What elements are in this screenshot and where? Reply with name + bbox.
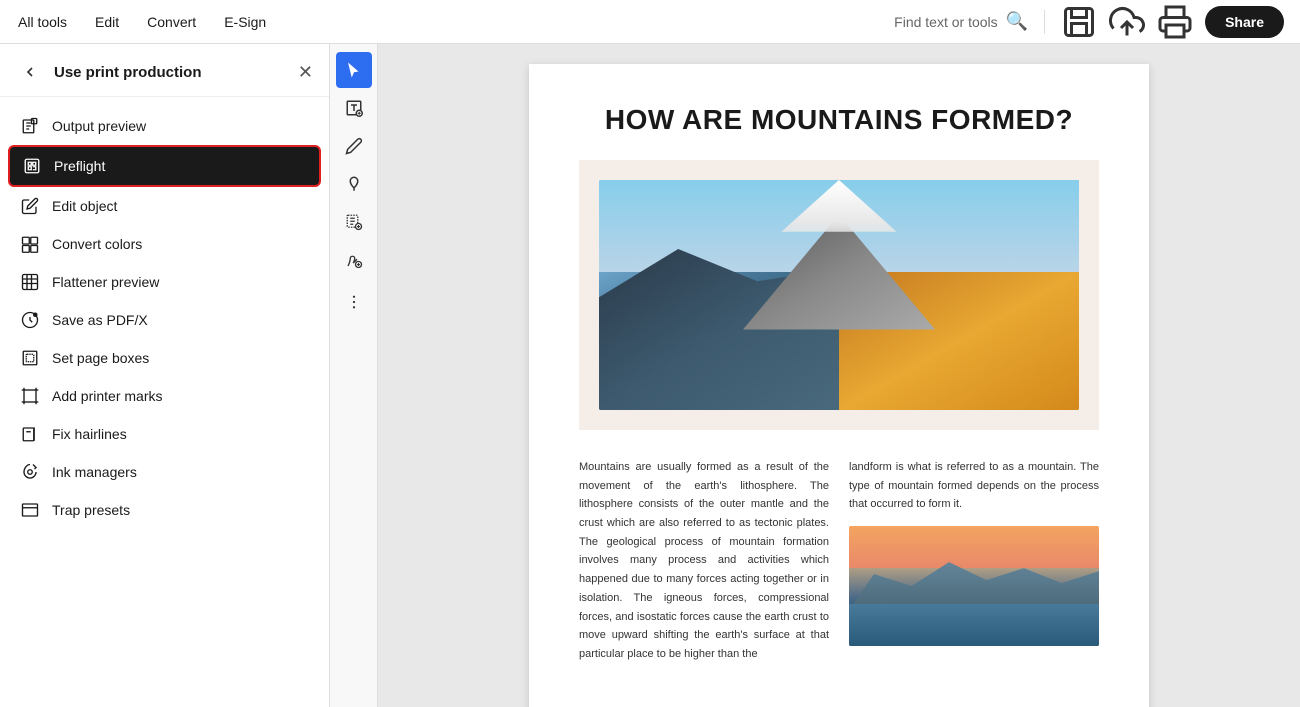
tool-select[interactable]: [336, 52, 372, 88]
tool-more[interactable]: [336, 284, 372, 320]
menu-item-output-preview[interactable]: Output preview: [8, 107, 321, 145]
doc-column-right: landform is what is referred to as a mou…: [849, 458, 1099, 664]
menu-item-preflight[interactable]: Preflight: [8, 145, 321, 187]
menu-label-preflight: Preflight: [54, 158, 105, 174]
menu-label-save-pdf-x: Save as PDF/X: [52, 312, 148, 328]
menu-label-flattener-preview: Flattener preview: [52, 274, 159, 290]
top-nav: All tools Edit Convert E-Sign Find text …: [0, 0, 1300, 44]
preflight-icon: [22, 156, 42, 176]
flattener-preview-icon: [20, 272, 40, 292]
small-mountain-image: [849, 526, 1099, 646]
tool-pencil[interactable]: [336, 128, 372, 164]
tool-signature[interactable]: [336, 242, 372, 278]
nav-convert[interactable]: Convert: [145, 10, 198, 34]
menu-item-convert-colors[interactable]: Convert colors: [8, 225, 321, 263]
set-page-boxes-icon: [20, 348, 40, 368]
doc-columns: Mountains are usually formed as a result…: [579, 458, 1099, 664]
main-layout: Use print production ✕ Output preview Pr…: [0, 44, 1300, 707]
nav-edit[interactable]: Edit: [93, 10, 121, 34]
toolbar: [330, 44, 378, 707]
convert-colors-icon: [20, 234, 40, 254]
nav-left: All tools Edit Convert E-Sign: [16, 10, 268, 34]
menu-item-fix-hairlines[interactable]: Fix hairlines: [8, 415, 321, 453]
nav-esign[interactable]: E-Sign: [222, 10, 268, 34]
menu-item-save-pdf-x[interactable]: Save as PDF/X: [8, 301, 321, 339]
menu-label-trap-presets: Trap presets: [52, 502, 130, 518]
menu-label-output-preview: Output preview: [52, 118, 146, 134]
menu-label-fix-hairlines: Fix hairlines: [52, 426, 127, 442]
sidebar-menu: Output preview Preflight Edit object: [0, 97, 329, 539]
menu-item-ink-managers[interactable]: Ink managers: [8, 453, 321, 491]
tool-lasso[interactable]: [336, 166, 372, 202]
menu-item-edit-object[interactable]: Edit object: [8, 187, 321, 225]
sidebar-header-left: Use print production: [16, 58, 202, 86]
save-pdf-x-icon: [20, 310, 40, 330]
doc-column-left: Mountains are usually formed as a result…: [579, 458, 829, 664]
menu-label-edit-object: Edit object: [52, 198, 117, 214]
doc-area: HOW ARE MOUNTAINS FORMED? Mountains are …: [378, 44, 1300, 707]
close-button[interactable]: ✕: [298, 63, 313, 81]
save-icon[interactable]: [1061, 4, 1097, 40]
nav-divider: [1044, 10, 1045, 34]
trap-presets-icon: [20, 500, 40, 520]
print-icon[interactable]: [1157, 4, 1193, 40]
doc-paragraph-2: landform is what is referred to as a mou…: [849, 458, 1099, 514]
hero-mountain-image: [599, 180, 1079, 410]
search-area[interactable]: Find text or tools 🔍: [894, 11, 1028, 32]
tool-text-select[interactable]: [336, 204, 372, 240]
menu-label-ink-managers: Ink managers: [52, 464, 137, 480]
menu-label-add-printer-marks: Add printer marks: [52, 388, 162, 404]
nav-right: Find text or tools 🔍 Share: [894, 4, 1284, 40]
sidebar-header: Use print production ✕: [0, 44, 329, 97]
search-label: Find text or tools: [894, 14, 998, 30]
sidebar-title: Use print production: [54, 64, 202, 81]
add-printer-marks-icon: [20, 386, 40, 406]
upload-icon[interactable]: [1109, 4, 1145, 40]
menu-label-convert-colors: Convert colors: [52, 236, 142, 252]
hero-image-container: [579, 160, 1099, 430]
fix-hairlines-icon: [20, 424, 40, 444]
doc-page: HOW ARE MOUNTAINS FORMED? Mountains are …: [529, 64, 1149, 707]
doc-paragraph-1: Mountains are usually formed as a result…: [579, 458, 829, 664]
doc-title: HOW ARE MOUNTAINS FORMED?: [579, 104, 1099, 136]
output-preview-icon: [20, 116, 40, 136]
menu-item-set-page-boxes[interactable]: Set page boxes: [8, 339, 321, 377]
tool-add-text[interactable]: [336, 90, 372, 126]
menu-item-add-printer-marks[interactable]: Add printer marks: [8, 377, 321, 415]
sidebar: Use print production ✕ Output preview Pr…: [0, 44, 330, 707]
menu-label-set-page-boxes: Set page boxes: [52, 350, 149, 366]
edit-object-icon: [20, 196, 40, 216]
back-button[interactable]: [16, 58, 44, 86]
search-icon[interactable]: 🔍: [1006, 11, 1028, 32]
ink-managers-icon: [20, 462, 40, 482]
menu-item-trap-presets[interactable]: Trap presets: [8, 491, 321, 529]
menu-item-flattener-preview[interactable]: Flattener preview: [8, 263, 321, 301]
share-button[interactable]: Share: [1205, 6, 1284, 38]
nav-all-tools[interactable]: All tools: [16, 10, 69, 34]
